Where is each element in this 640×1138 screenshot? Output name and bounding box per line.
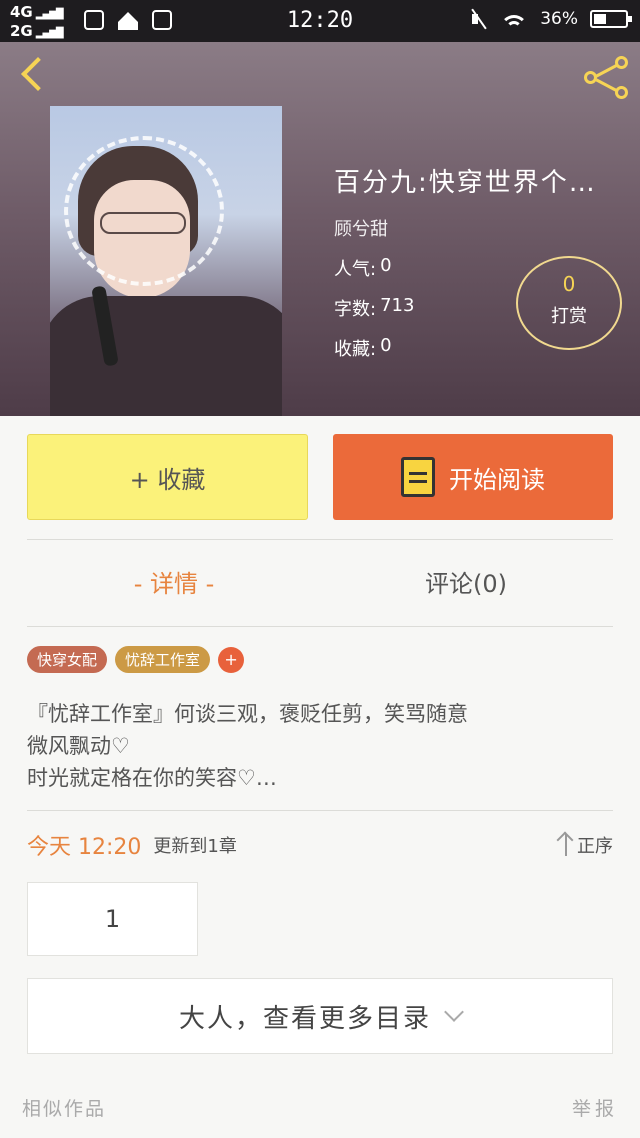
tab-comments[interactable]: 评论(0) (366, 564, 566, 599)
battery-icon (590, 10, 632, 28)
tip-count: 0 (562, 272, 576, 296)
more-catalog-label: 大人，查看更多目录 (178, 1003, 431, 1034)
chapter-item[interactable]: 1 (27, 882, 198, 956)
book-title: 百分九:快穿世界个… (334, 168, 597, 198)
divider (27, 539, 613, 540)
book-icon (401, 457, 435, 497)
view-more-catalog-button[interactable]: 大人，查看更多目录 (27, 978, 613, 1054)
tip-label: 打赏 (551, 306, 587, 327)
book-author[interactable]: 顾兮甜 (334, 215, 634, 241)
tag-chip[interactable]: 快穿女配 (27, 646, 108, 673)
tag-chip[interactable]: 忧辞工作室 (115, 646, 211, 673)
status-bar: 4G ▂▄▆█ 2G ▂▄▆█ 12:20 36% (0, 0, 640, 42)
update-text: 更新到1章 (153, 836, 237, 857)
chevron-down-icon (444, 1002, 464, 1022)
arrow-up-icon (565, 834, 567, 856)
divider (27, 626, 613, 627)
start-reading-button[interactable]: 开始阅读 (333, 434, 613, 520)
tip-button[interactable]: 0 打赏 (516, 256, 622, 350)
book-description[interactable]: 『忧辞工作室』何谈三观，褒贬任剪，笑骂随意 微风飘动♡ 时光就定格在你的笑容♡… (27, 698, 613, 794)
tag-list: 快穿女配 忧辞工作室 + (27, 646, 245, 673)
share-icon[interactable] (582, 54, 630, 102)
tab-details[interactable]: - 详情 - (74, 564, 274, 599)
wifi-icon (500, 9, 529, 29)
divider (27, 810, 613, 811)
report-link[interactable]: 举报 (572, 1094, 618, 1121)
book-cover-image[interactable] (50, 106, 282, 416)
mute-icon (470, 9, 488, 29)
similar-works-label: 相似作品 (22, 1098, 107, 1120)
favorite-label: + 收藏 (129, 465, 206, 494)
description-line: 时光就定格在你的笑容♡… (27, 766, 277, 790)
start-reading-label: 开始阅读 (449, 465, 545, 494)
book-header: 百分九:快穿世界个… 顾兮甜 人气: 0 字数: 713 收藏: 0 0 打赏 (0, 42, 640, 416)
back-arrow-icon[interactable] (14, 54, 58, 98)
chapter-number: 1 (104, 905, 121, 933)
sort-order-button[interactable]: 正序 (565, 832, 613, 858)
update-info: 今天 12:20 更新到1章 正序 (27, 830, 613, 860)
battery-percent: 36% (540, 9, 578, 29)
update-date: 今天 12:20 (27, 835, 142, 860)
add-to-favorites-button[interactable]: + 收藏 (27, 434, 308, 520)
description-line: 微风飘动♡ (27, 734, 130, 758)
description-line: 『忧辞工作室』何谈三观，褒贬任剪，笑骂随意 (27, 702, 468, 726)
sort-label: 正序 (577, 836, 613, 857)
add-tag-button[interactable]: + (218, 646, 245, 673)
